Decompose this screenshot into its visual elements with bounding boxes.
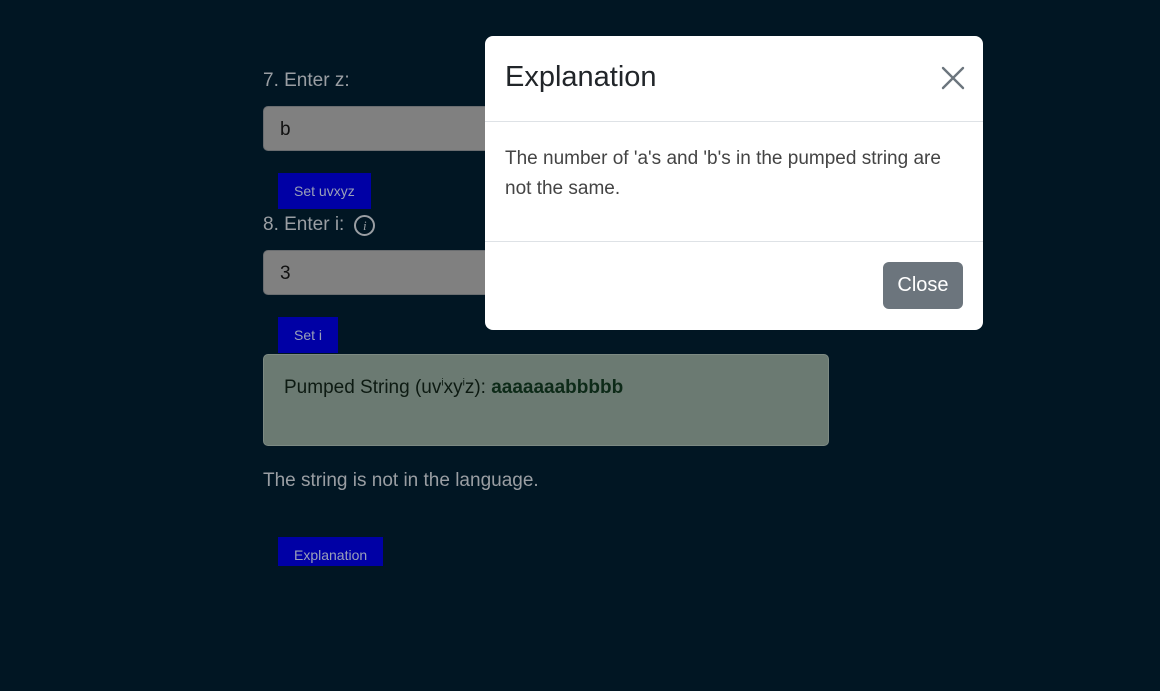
modal-footer: Close — [485, 242, 983, 329]
info-icon[interactable]: i — [354, 214, 376, 236]
close-icon[interactable] — [941, 66, 965, 90]
explanation-modal: Explanation The number of 'a's and 'b's … — [485, 36, 983, 330]
close-button[interactable]: Close — [883, 262, 963, 309]
step7-label: 7. Enter z: — [263, 70, 350, 92]
modal-header: Explanation — [485, 36, 983, 122]
modal-body: The number of 'a's and 'b's in the pumpe… — [485, 122, 983, 242]
step8-label-text: 8. Enter i: — [263, 214, 345, 235]
page: 7. Enter z: b Set uvxyz 8. Enter i: i 3 … — [0, 0, 1160, 691]
pumped-string-result: Pumped String (uvixyiz): aaaaaaabbbbb — [263, 354, 829, 446]
modal-title: Explanation — [505, 61, 657, 93]
pumped-string-label: Pumped String (uvixyiz): — [284, 377, 492, 398]
step7-label-text: 7. Enter z: — [263, 70, 350, 91]
modal-body-text: The number of 'a's and 'b's in the pumpe… — [505, 148, 941, 199]
language-status-text: The string is not in the language. — [263, 470, 539, 491]
step8-label: 8. Enter i: i — [263, 214, 376, 236]
explanation-button[interactable]: Explanation — [278, 537, 384, 566]
pumped-string-value: aaaaaaabbbbb — [491, 377, 624, 398]
set-uvxyz-button[interactable]: Set uvxyz — [278, 173, 371, 209]
set-i-button[interactable]: Set i — [278, 317, 339, 353]
